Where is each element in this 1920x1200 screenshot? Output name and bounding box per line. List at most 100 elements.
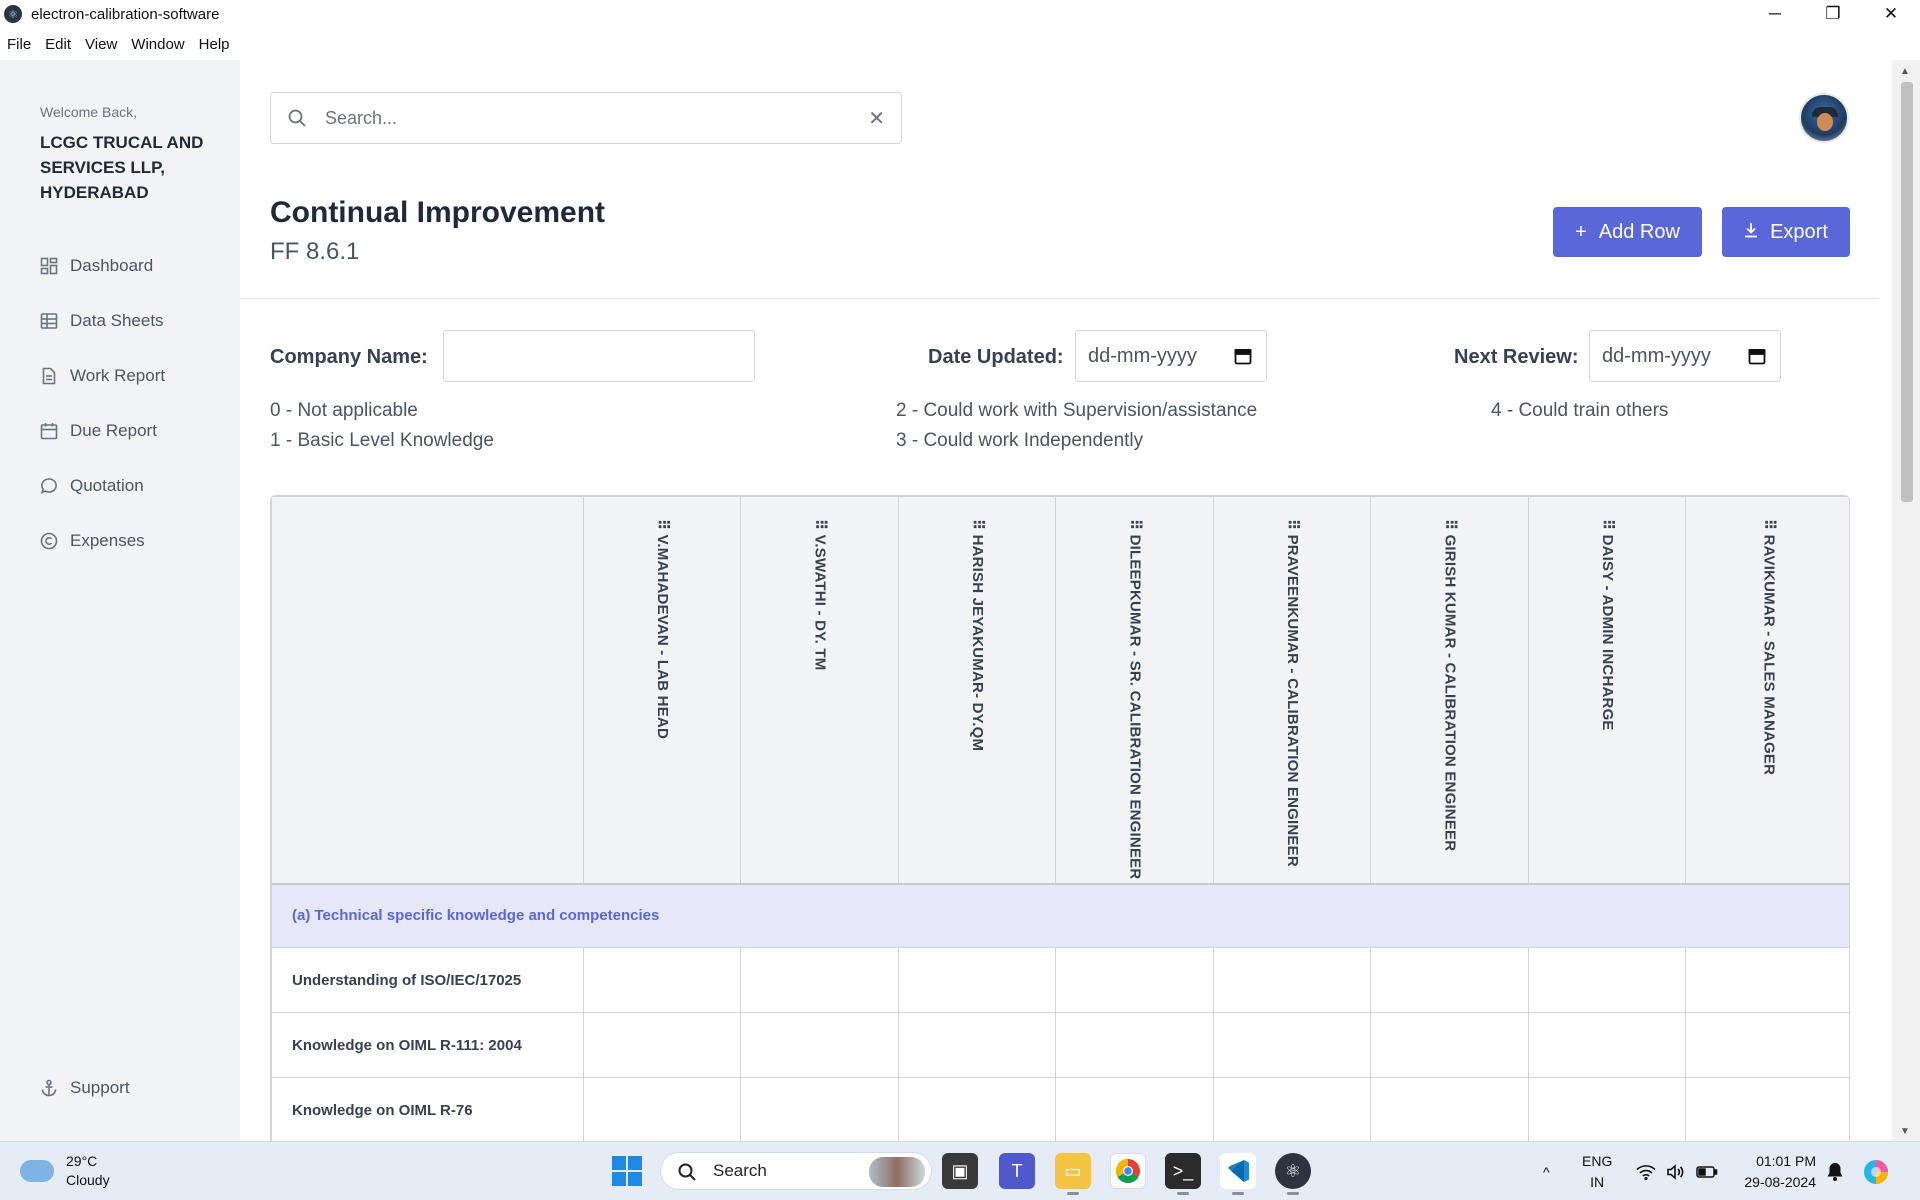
search-icon — [287, 108, 307, 128]
drag-handle-icon[interactable]: ⠿ — [1761, 519, 1778, 530]
copilot-icon[interactable] — [1862, 1142, 1890, 1200]
volume-icon[interactable] — [1666, 1142, 1686, 1200]
drag-handle-icon[interactable]: ⠿ — [1599, 519, 1616, 530]
taskbar-search[interactable]: Search — [660, 1152, 932, 1190]
search-icon — [677, 1162, 697, 1182]
clock-date: 29-08-2024 — [1744, 1174, 1816, 1190]
minimize-button[interactable]: ─ — [1746, 0, 1804, 28]
system-clock[interactable]: 01:01 PM 29-08-2024 — [1736, 1151, 1816, 1193]
rating-cell[interactable] — [1685, 1012, 1849, 1078]
rating-cell[interactable] — [740, 1012, 899, 1078]
table-row: Knowledge on OIML R-76 — [271, 1077, 1849, 1141]
rating-cell[interactable] — [1055, 1077, 1214, 1141]
rating-cell[interactable] — [1213, 1012, 1371, 1078]
show-hidden-icons[interactable]: ^ — [1543, 1142, 1550, 1200]
column-header-label: V.SWATHI - DY. TM — [811, 534, 829, 671]
sidebar-item-work-report[interactable]: Work Report — [40, 348, 165, 403]
menu-view[interactable]: View — [85, 36, 117, 53]
rating-cell[interactable] — [1685, 1077, 1849, 1141]
rating-cell[interactable] — [1685, 947, 1849, 1013]
date-updated-field[interactable]: dd-mm-yyyy — [1075, 330, 1267, 382]
sidebar-item-data-sheets[interactable]: Data Sheets — [40, 293, 165, 348]
drag-handle-icon[interactable]: ⠿ — [812, 519, 829, 530]
electron-app-icon[interactable]: ⚛ — [1275, 1153, 1311, 1195]
column-header[interactable]: ⠿ V.SWATHI - DY. TM — [740, 496, 899, 885]
rating-cell[interactable] — [740, 1077, 899, 1141]
rating-cell[interactable] — [1370, 1077, 1529, 1141]
rating-cell[interactable] — [898, 947, 1056, 1013]
rating-cell[interactable] — [583, 947, 741, 1013]
column-header[interactable]: ⠿ PRAVEENKUMAR - CALIBRATION ENGINEER — [1213, 496, 1371, 885]
add-row-button[interactable]: + Add Row — [1553, 207, 1702, 257]
scroll-up-arrow-icon[interactable]: ▲ — [1900, 66, 1910, 77]
drag-handle-icon[interactable]: ⠿ — [1127, 519, 1144, 530]
rating-cell[interactable] — [583, 1077, 741, 1141]
drag-handle-icon[interactable]: ⠿ — [1284, 519, 1301, 530]
rating-cell[interactable] — [583, 1012, 741, 1078]
download-icon — [1744, 221, 1758, 244]
rating-cell[interactable] — [1528, 1077, 1686, 1141]
search-input[interactable]: Search... ✕ — [270, 92, 902, 144]
task-view-icon[interactable]: ▣ — [942, 1153, 978, 1189]
language-indicator[interactable]: ENG IN — [1582, 1151, 1612, 1193]
scroll-down-arrow-icon[interactable]: ▼ — [1900, 1126, 1910, 1137]
support-label: Support — [70, 1078, 130, 1097]
drag-handle-icon[interactable]: ⠿ — [1442, 519, 1459, 530]
drag-handle-icon[interactable]: ⠿ — [654, 519, 671, 530]
windows-start-icon[interactable] — [612, 1156, 642, 1186]
wifi-icon[interactable] — [1636, 1142, 1656, 1200]
file-explorer-icon[interactable]: ▭ — [1055, 1153, 1091, 1195]
rating-cell[interactable] — [1213, 947, 1371, 1013]
column-header-label: DAISY - ADMIN INCHARGE — [1599, 534, 1616, 731]
calendar-picker-icon[interactable] — [1234, 347, 1252, 365]
column-header[interactable]: ⠿ GIRISH KUMAR - CALIBRATION ENGINEER — [1370, 496, 1529, 885]
sidebar-item-support[interactable]: Support — [40, 1078, 130, 1098]
maximize-button[interactable]: ❐ — [1804, 0, 1862, 28]
rating-cell[interactable] — [898, 1077, 1056, 1141]
rating-cell[interactable] — [1528, 1012, 1686, 1078]
column-header[interactable]: ⠿ DAISY - ADMIN INCHARGE — [1528, 496, 1686, 885]
close-window-button[interactable]: ✕ — [1862, 0, 1920, 28]
page-title: Continual Improvement — [270, 196, 606, 229]
export-button[interactable]: Export — [1722, 207, 1850, 257]
next-review-field[interactable]: dd-mm-yyyy — [1589, 330, 1781, 382]
terminal-icon[interactable]: >_ — [1165, 1153, 1201, 1195]
weather-widget[interactable]: 29°C Cloudy — [20, 1152, 110, 1190]
rating-cell[interactable] — [1055, 947, 1214, 1013]
menu-help[interactable]: Help — [199, 36, 230, 53]
chrome-icon[interactable] — [1110, 1153, 1146, 1189]
rating-cell[interactable] — [1213, 1077, 1371, 1141]
rating-cell[interactable] — [1370, 947, 1529, 1013]
rating-cell[interactable] — [740, 947, 899, 1013]
column-header[interactable]: ⠿ DILEEPKUMAR - SR. CALIBRATION ENGINEER — [1055, 496, 1214, 885]
drag-handle-icon[interactable]: ⠿ — [969, 519, 986, 530]
scrollbar-thumb[interactable] — [1901, 82, 1913, 502]
table-header-row: ⠿ V.MAHADEVAN - LAB HEAD ⠿ V.SWATHI - DY… — [271, 496, 1849, 885]
table-corner-cell — [271, 496, 584, 885]
menu-window[interactable]: Window — [131, 36, 184, 53]
rating-cell[interactable] — [898, 1012, 1056, 1078]
clear-search-icon[interactable]: ✕ — [868, 106, 885, 131]
notification-bell-icon[interactable] — [1826, 1142, 1844, 1200]
column-header[interactable]: ⠿ V.MAHADEVAN - LAB HEAD — [583, 496, 741, 885]
avatar[interactable] — [1799, 93, 1849, 143]
taskbar-search-label: Search — [713, 1161, 767, 1180]
calendar-picker-icon[interactable] — [1748, 347, 1766, 365]
rating-cell[interactable] — [1055, 1012, 1214, 1078]
vertical-scrollbar[interactable]: ▲ ▼ — [1892, 60, 1920, 1141]
column-header[interactable]: ⠿ HARISH JEYAKUMAR- DY.QM — [898, 496, 1056, 885]
company-name-field[interactable] — [443, 330, 755, 382]
menu-edit[interactable]: Edit — [45, 36, 71, 53]
rating-cell[interactable] — [1370, 1012, 1529, 1078]
teams-icon[interactable]: T — [999, 1153, 1035, 1189]
vscode-icon[interactable] — [1220, 1153, 1256, 1195]
sidebar-item-quotation[interactable]: Quotation — [40, 458, 165, 513]
sidebar-item-dashboard[interactable]: Dashboard — [40, 238, 165, 293]
menu-file[interactable]: File — [7, 36, 31, 53]
sidebar-item-expenses[interactable]: Expenses — [40, 513, 165, 568]
weather-desc: Cloudy — [66, 1172, 110, 1188]
sidebar-item-due-report[interactable]: Due Report — [40, 403, 165, 458]
column-header[interactable]: ⠿ RAVIKUMAR - SALES MANAGER — [1685, 496, 1849, 885]
battery-icon[interactable] — [1696, 1142, 1718, 1200]
rating-cell[interactable] — [1528, 947, 1686, 1013]
